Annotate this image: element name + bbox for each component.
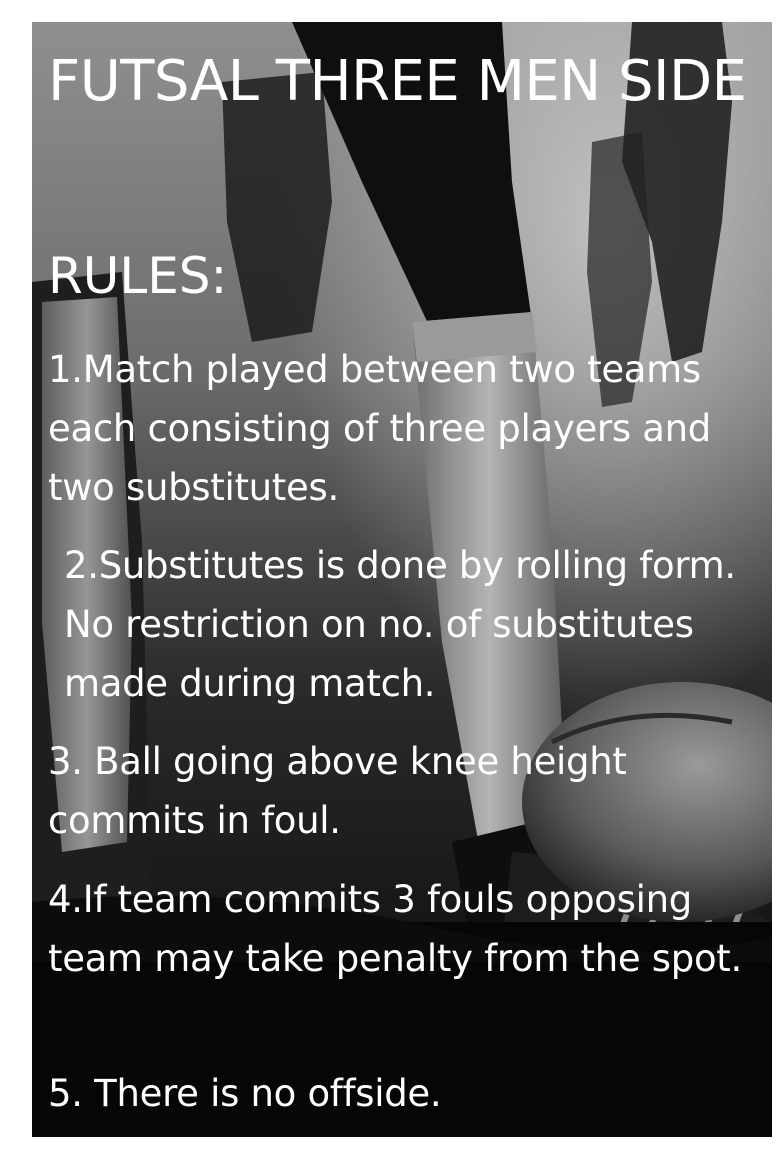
rules-heading: RULES:	[48, 247, 228, 305]
rule-1: 1.Match played between two teams each co…	[48, 348, 711, 509]
rule-2: 2.Substitutes is done by rolling form. N…	[64, 544, 736, 705]
poster-text: FUTSAL THREE MEN SIDE RULES: 1.Match pla…	[32, 22, 772, 1137]
futsal-rules-poster: FUTSAL THREE MEN SIDE RULES: 1.Match pla…	[32, 22, 772, 1137]
poster-title: FUTSAL THREE MEN SIDE	[48, 49, 747, 114]
rule-5: 5. There is no offside.	[48, 1072, 442, 1115]
rule-3: 3. Ball going above knee height commits …	[48, 740, 627, 842]
rule-4: 4.If team commits 3 fouls opposing team …	[48, 878, 742, 980]
